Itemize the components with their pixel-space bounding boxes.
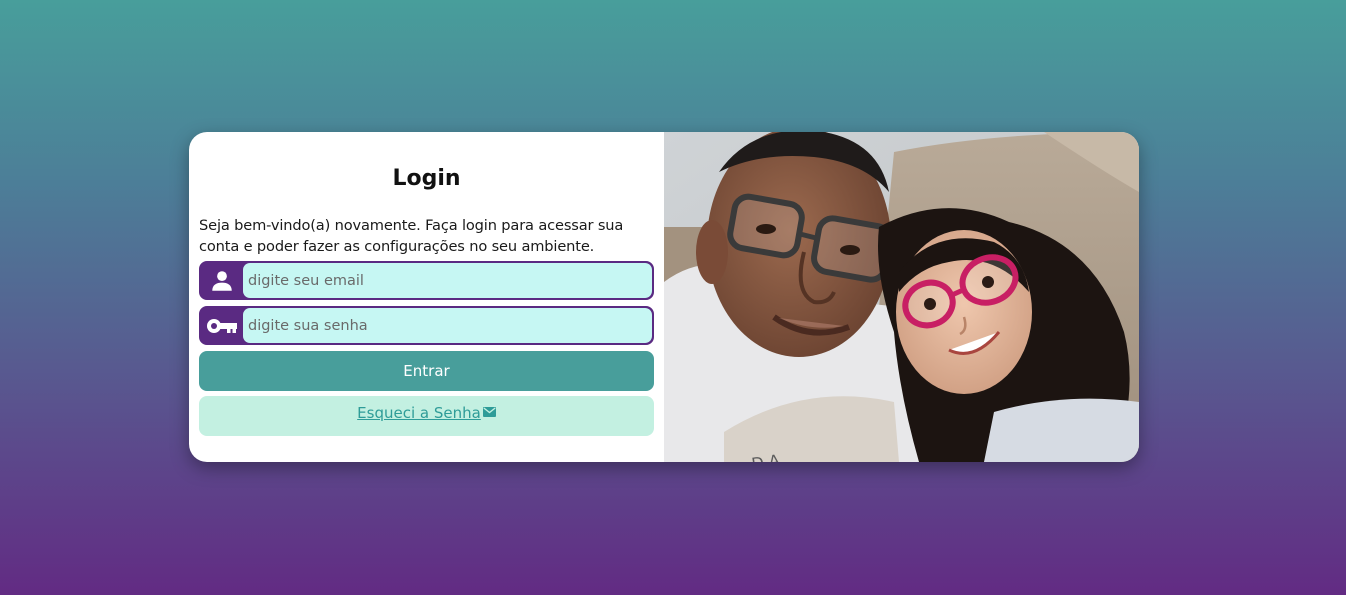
envelope-icon (482, 404, 496, 422)
page-title: Login (392, 166, 461, 191)
key-icon (201, 308, 243, 343)
login-form-panel: Login Seja bem-vindo(a) novamente. Faça … (189, 132, 664, 462)
welcome-text: Seja bem-vindo(a) novamente. Faça login … (199, 217, 624, 255)
forgot-password-box: Esqueci a Senha (199, 396, 654, 436)
login-card: Login Seja bem-vindo(a) novamente. Faça … (189, 132, 1139, 462)
password-input[interactable] (243, 308, 652, 343)
user-icon (201, 263, 243, 298)
forgot-password-link[interactable]: Esqueci a Senha (357, 404, 496, 436)
selfie-photo: D A (664, 132, 1139, 462)
password-field-group (199, 306, 654, 345)
forgot-password-label: Esqueci a Senha (357, 404, 481, 422)
email-input[interactable] (243, 263, 652, 298)
email-field-group (199, 261, 654, 300)
submit-button[interactable]: Entrar (199, 351, 654, 391)
